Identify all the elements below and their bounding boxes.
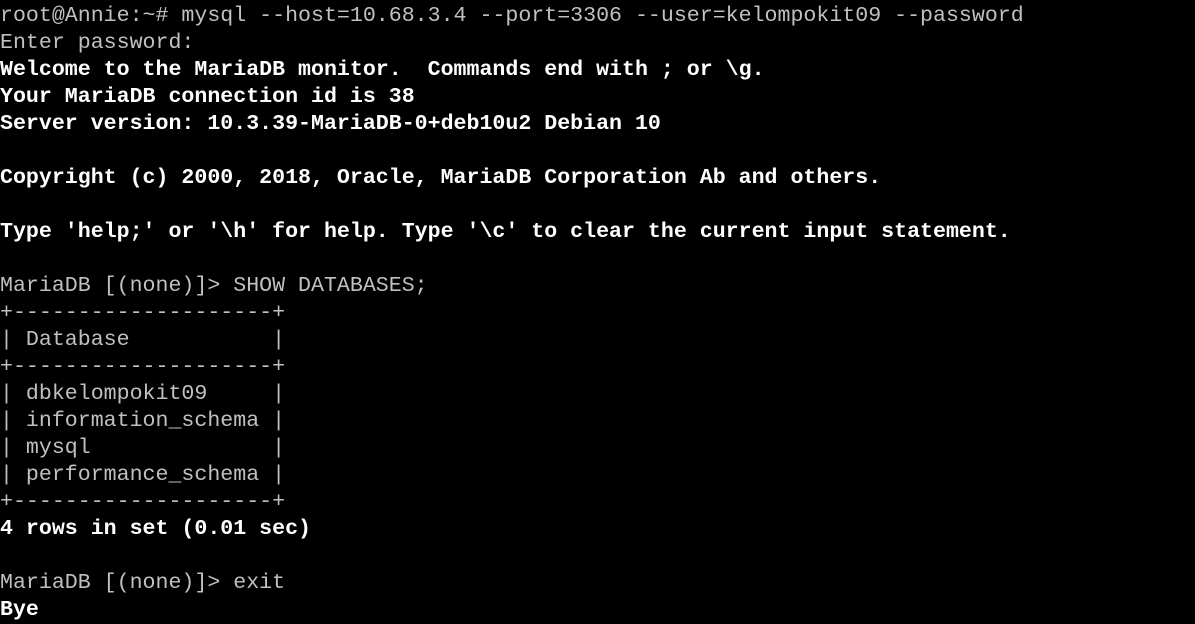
bye-message: Bye <box>0 598 39 622</box>
mariadb-command-exit: MariaDB [(none)]> exit <box>0 571 286 595</box>
connection-id-line: Your MariaDB connection id is 38 <box>0 85 415 109</box>
welcome-message: Welcome to the MariaDB monitor. Commands… <box>0 58 765 82</box>
mariadb-command-show-databases: MariaDB [(none)]> SHOW DATABASES; <box>0 274 428 298</box>
server-version-line: Server version: 10.3.39-MariaDB-0+deb10u… <box>0 112 661 136</box>
shell-command-line: root@Annie:~# mysql --host=10.68.3.4 --p… <box>0 4 1024 28</box>
table-row: | mysql | <box>0 436 286 460</box>
table-row: | dbkelompokit09 | <box>0 382 286 406</box>
table-border: +--------------------+ <box>0 301 286 325</box>
row-count-result: 4 rows in set (0.01 sec) <box>0 517 312 541</box>
password-prompt: Enter password: <box>0 31 195 55</box>
terminal-window[interactable]: root@Annie:~# mysql --host=10.68.3.4 --p… <box>0 3 1195 624</box>
table-header-row: | Database | <box>0 328 286 352</box>
copyright-line: Copyright (c) 2000, 2018, Oracle, MariaD… <box>0 166 882 190</box>
table-border: +--------------------+ <box>0 490 286 514</box>
table-row: | performance_schema | <box>0 463 286 487</box>
table-border: +--------------------+ <box>0 355 286 379</box>
table-row: | information_schema | <box>0 409 286 433</box>
help-hint-line: Type 'help;' or '\h' for help. Type '\c'… <box>0 220 1011 244</box>
